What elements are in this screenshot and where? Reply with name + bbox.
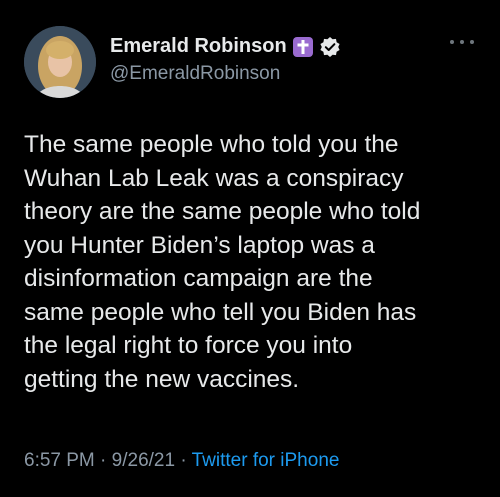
latin-cross-icon <box>292 36 313 57</box>
more-dot <box>460 40 464 44</box>
more-dot <box>470 40 474 44</box>
tweet-card: Emerald Robinson @EmeraldRobinson The sa… <box>0 0 500 497</box>
more-dot <box>450 40 454 44</box>
tweet-time[interactable]: 6:57 PM <box>24 450 95 471</box>
tweet-date[interactable]: 9/26/21 <box>112 450 175 471</box>
tweet-source-link[interactable]: Twitter for iPhone <box>192 450 340 471</box>
tweet-text-line: disinformation campaign are the <box>24 265 373 292</box>
tweet-text: The same people who told you the Wuhan L… <box>24 128 488 396</box>
more-horizontal-icon[interactable] <box>450 36 474 48</box>
tweet-text-line: theory are the same people who told <box>24 198 421 225</box>
author-name-row: Emerald Robinson <box>110 35 341 58</box>
meta-separator: · <box>94 450 112 471</box>
tweet-meta: 6:57 PM · 9/26/21 · Twitter for iPhone <box>24 450 339 472</box>
tweet-text-line: the legal right to force you into <box>24 332 353 359</box>
tweet-text-line: getting the new vaccines. <box>24 365 300 393</box>
display-name[interactable]: Emerald Robinson <box>110 35 287 58</box>
avatar[interactable] <box>24 26 96 98</box>
author-handle[interactable]: @EmeraldRobinson <box>110 63 280 85</box>
tweet-text-line: same people who tell you Biden has <box>24 298 417 326</box>
meta-separator: · <box>175 450 192 471</box>
tweet-text-line: Wuhan Lab Leak was a conspiracy <box>24 164 404 192</box>
tweet-text-line: The same people who told you the <box>24 131 399 158</box>
tweet-text-line: you Hunter Biden’s laptop was a <box>24 231 375 259</box>
verified-badge-icon <box>319 36 341 58</box>
